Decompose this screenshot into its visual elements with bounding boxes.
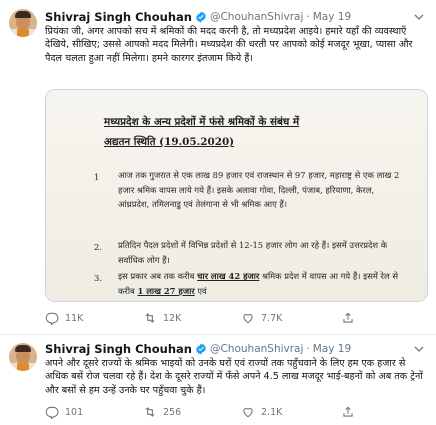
retweet-count: 256 [163,406,182,418]
avatar[interactable] [9,9,37,37]
tweet[interactable]: Shivraj Singh Chouhan @ChouhanShivraj · … [0,334,436,425]
author-handle[interactable]: @ChouhanShivraj [210,343,303,355]
tweet[interactable]: Shivraj Singh Chouhan @ChouhanShivraj · … [0,0,436,334]
tweet-header: Shivraj Singh Chouhan @ChouhanShivraj · … [45,10,351,24]
document-item: प्रतिदिन पैदल प्रदेशों में विभिन्न प्रदे… [118,240,388,265]
reply-icon [45,406,59,419]
document-title: मध्यप्रदेश के अन्य प्रदेशों में फंसे श्र… [104,112,374,152]
document-item: इस प्रकार अब तक करीब चार लाख 42 हजार श्र… [118,271,398,296]
highlight: चार लाख 42 हजार [197,271,260,281]
reply-count: 101 [65,406,84,418]
verified-badge-icon [196,11,206,23]
document-title-line-2: अद्यतन स्थिति (19.05.2020) [104,136,235,148]
retweet-icon [145,313,155,323]
tweet-actions: 11K 12K 7.7K [45,311,428,327]
tweet-date[interactable]: May 19 [313,343,351,355]
separator-dot: · [306,11,310,23]
document-title-line-1: मध्यप्रदेश के अन्य प्रदेशों में फंसे श्र… [104,116,300,128]
chevron-down-icon[interactable] [414,14,424,20]
like-count: 7.7K [261,312,283,324]
like-icon [243,408,253,418]
reply-count: 11K [65,312,84,324]
author-handle[interactable]: @ChouhanShivraj [210,11,303,23]
like-icon [243,314,253,324]
share-icon [343,406,353,417]
avatar[interactable] [9,343,37,371]
highlight: 1 लाख 27 हजार [137,285,195,296]
verified-badge-icon [196,343,206,355]
chevron-down-icon[interactable] [414,346,424,352]
item-number: 1 [94,172,100,182]
like-count: 2.1K [261,406,283,418]
retweet-button[interactable]: 12K [143,311,181,325]
like-button[interactable]: 7.7K [241,311,282,325]
tweet-text: प्रियंका जी, अगर आपको सच में श्रमिकों की… [45,26,413,64]
retweet-count: 12K [163,312,182,324]
tweet-actions: 101 256 2.1K [45,405,428,421]
retweet-button[interactable]: 256 [143,405,181,419]
author-name[interactable]: Shivraj Singh Chouhan [45,342,192,356]
item-number: 3. [94,273,102,283]
item-number: 2. [94,242,102,252]
separator-dot: · [306,343,310,355]
reply-icon [45,312,59,325]
share-button[interactable] [341,311,361,325]
share-button[interactable] [341,405,361,419]
tweet-header: Shivraj Singh Chouhan @ChouhanShivraj · … [45,342,351,356]
tweet-date[interactable]: May 19 [313,11,351,23]
share-icon [343,312,353,323]
like-button[interactable]: 2.1K [241,405,282,419]
retweet-icon [145,407,155,417]
reply-button[interactable]: 11K [45,311,83,325]
author-name[interactable]: Shivraj Singh Chouhan [45,10,192,24]
tweet-image[interactable]: मध्यप्रदेश के अन्य प्रदेशों में फंसे श्र… [45,89,428,302]
tweet-text: अपने और दूसरे राज्यों के श्रमिक भाइयों क… [45,358,423,396]
reply-button[interactable]: 101 [45,405,83,419]
document-item: आज तक गुजरात से एक लाख 89 हजार एवं राजस्… [118,170,400,210]
